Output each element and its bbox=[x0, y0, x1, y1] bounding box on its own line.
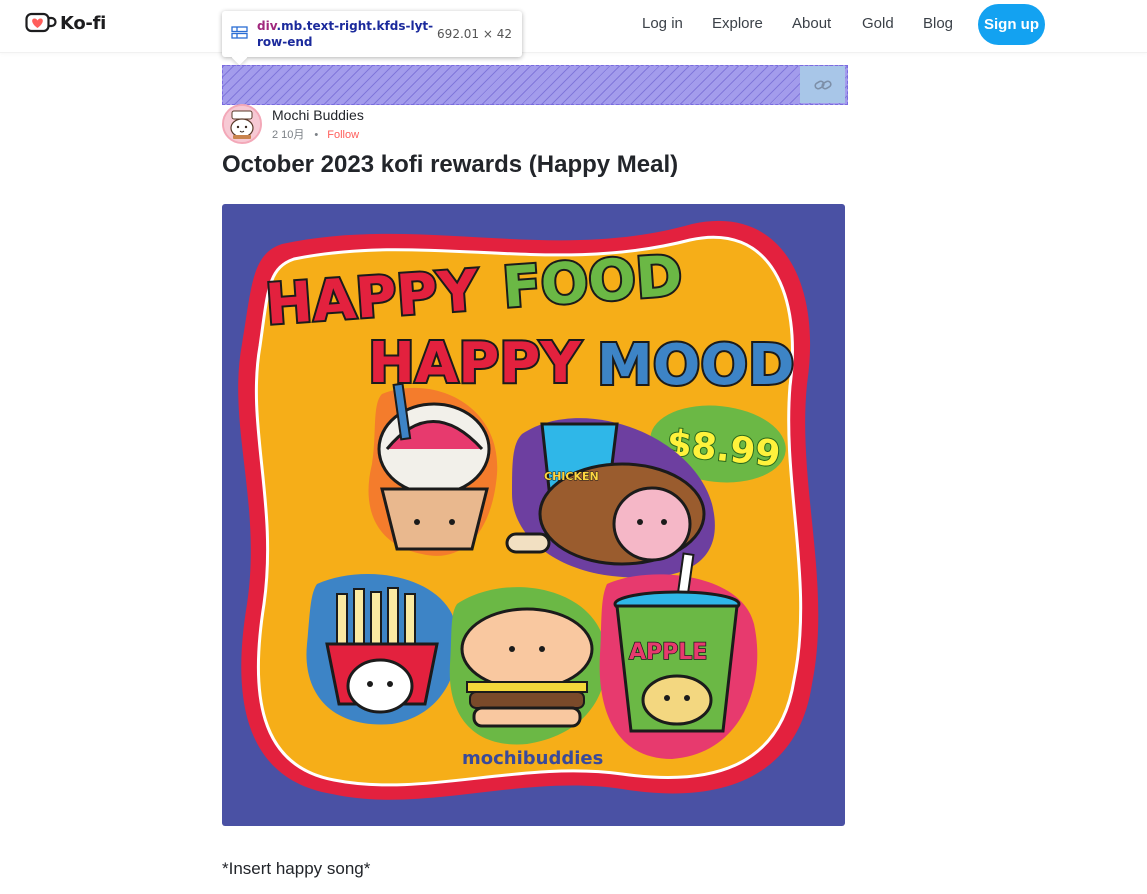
nav-blog[interactable]: Blog bbox=[923, 0, 953, 46]
nav-explore[interactable]: Explore bbox=[712, 0, 763, 46]
devtools-inspect-tooltip: div.mb.text-right.kfds-lyt-row-end 692.0… bbox=[222, 11, 522, 57]
post-image[interactable]: HAPPY FOOD HAPPY MOOD $8.99 CHICKEN APPL… bbox=[222, 204, 845, 826]
post-body: *Insert happy song* bbox=[222, 859, 371, 878]
drink-label: APPLE bbox=[629, 640, 707, 665]
tooltip-selector: div.mb.text-right.kfds-lyt-row-end bbox=[257, 18, 437, 50]
bucket-label: CHICKEN bbox=[544, 470, 599, 483]
logo-text: Ko-fi bbox=[60, 12, 106, 34]
post-title: October 2023 kofi rewards (Happy Meal) bbox=[222, 151, 679, 178]
kofi-logo[interactable]: Ko-fi bbox=[25, 11, 106, 35]
signup-button[interactable]: Sign up bbox=[978, 4, 1045, 45]
follow-link[interactable]: Follow bbox=[327, 129, 359, 141]
post-meta: 2 10月 • Follow bbox=[272, 126, 359, 142]
mochi-avatar-icon bbox=[224, 106, 260, 142]
author-avatar[interactable] bbox=[222, 104, 262, 144]
inspected-element-highlight bbox=[222, 65, 848, 105]
nav-gold[interactable]: Gold bbox=[862, 0, 894, 46]
post-date: 2 10月 bbox=[272, 129, 305, 141]
author-name[interactable]: Mochi Buddies bbox=[272, 107, 364, 123]
headline-food: FOOD bbox=[500, 244, 684, 321]
kofi-cup-icon bbox=[25, 12, 57, 33]
link-icon bbox=[813, 79, 832, 90]
meta-separator-dot: • bbox=[314, 129, 319, 141]
happy-meal-illustration: HAPPY FOOD HAPPY MOOD $8.99 CHICKEN APPL… bbox=[222, 204, 845, 826]
nav-login[interactable]: Log in bbox=[642, 0, 683, 46]
tooltip-tag: div bbox=[257, 19, 277, 33]
top-navbar: Ko-fi Log in Explore About Gold Blog Sig… bbox=[0, 0, 1147, 53]
headline-mood: MOOD bbox=[597, 333, 794, 398]
tooltip-classes: .mb.text-right.kfds-lyt-row-end bbox=[257, 19, 434, 49]
nav-about[interactable]: About bbox=[792, 0, 831, 46]
tooltip-dimensions: 692.01 × 42 bbox=[437, 27, 512, 41]
brand-wordmark: mochibuddies bbox=[462, 748, 603, 769]
copy-link-button[interactable] bbox=[800, 66, 845, 103]
flex-layout-icon bbox=[231, 26, 248, 39]
